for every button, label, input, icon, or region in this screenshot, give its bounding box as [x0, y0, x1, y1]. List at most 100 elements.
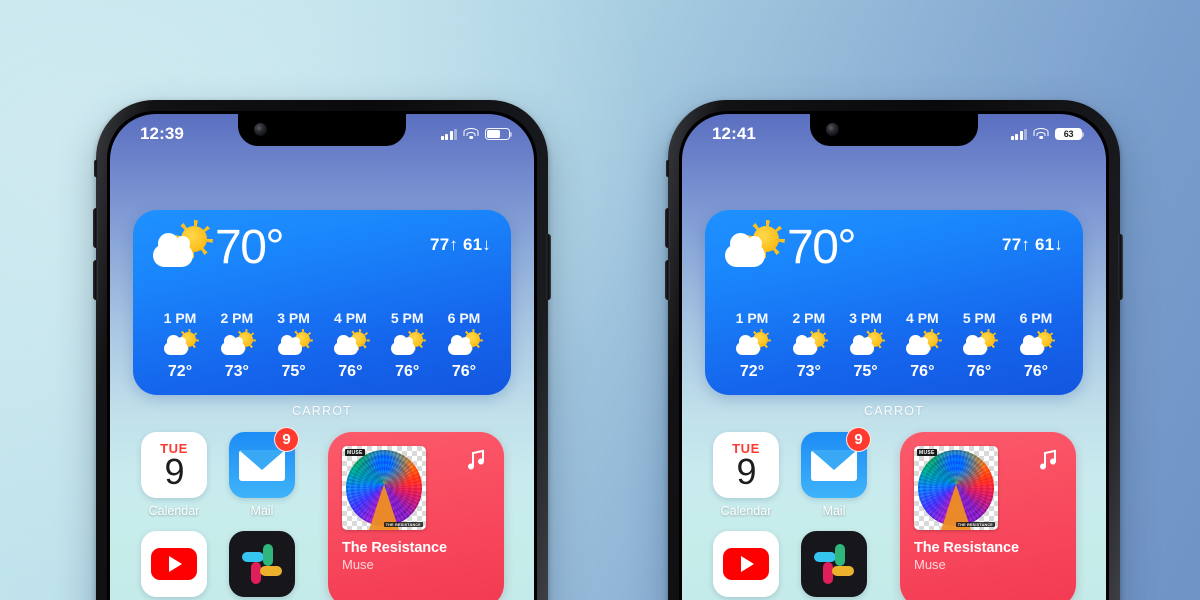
hour-label: 1 PM	[735, 310, 769, 326]
silent-switch-left[interactable]	[94, 160, 98, 177]
partly-cloudy-icon	[220, 332, 253, 357]
hourly-item: 1 PM 72°	[725, 310, 779, 381]
music-widget-left[interactable]: MUSE THE RESISTANCE The Resistance Muse	[328, 432, 504, 600]
silent-switch-right[interactable]	[666, 160, 670, 177]
app-slack[interactable]	[800, 531, 868, 597]
partly-cloudy-icon	[792, 332, 825, 357]
app-youtube[interactable]	[712, 531, 780, 597]
wifi-icon	[1033, 128, 1049, 140]
calendar-day-number: 9	[164, 450, 184, 492]
hour-temp: 76°	[395, 363, 420, 380]
phone-bezel-right: 12:41 63 70° 77↑ 61↓ 1 PM 72° 2 PM 73° 3…	[679, 111, 1109, 600]
partly-cloudy-icon	[334, 332, 367, 357]
youtube-icon[interactable]	[713, 531, 779, 597]
mail-badge: 9	[846, 427, 871, 452]
app-mail[interactable]: 9 Mail	[800, 427, 871, 518]
partly-cloudy-icon	[1019, 332, 1052, 357]
weather-high-low: 77↑ 61↓	[1002, 235, 1063, 254]
status-time-left: 12:39	[140, 124, 184, 143]
partly-cloudy-icon	[963, 332, 996, 357]
weather-hourly-forecast: 1 PM 72° 2 PM 73° 3 PM 75° 4 PM 76° 5 PM…	[153, 310, 491, 381]
cellular-signal-icon	[440, 128, 457, 140]
hour-label: 6 PM	[447, 310, 481, 326]
weather-widget-container-left: 70° 77↑ 61↓ 1 PM 72° 2 PM 73° 3 PM 75° 4…	[110, 210, 534, 418]
hour-temp: 75°	[281, 363, 306, 380]
hour-temp: 76°	[451, 363, 477, 380]
slack-icon[interactable]	[229, 531, 295, 597]
volume-down-button-right[interactable]	[665, 260, 670, 300]
hourly-item: 2 PM 73°	[210, 310, 264, 381]
music-title: The Resistance	[342, 540, 447, 556]
partly-cloudy-icon	[153, 226, 207, 270]
hour-label: 3 PM	[849, 310, 882, 326]
mail-badge: 9	[274, 427, 299, 452]
partly-cloudy-icon	[849, 332, 882, 357]
hour-temp: 73°	[796, 363, 821, 380]
battery-percent-text: 63	[1063, 129, 1074, 139]
partly-cloudy-icon	[736, 332, 768, 357]
weather-widget-left[interactable]: 70° 77↑ 61↓ 1 PM 72° 2 PM 73° 3 PM 75° 4…	[133, 210, 511, 395]
power-button-right[interactable]	[1118, 234, 1123, 300]
hour-label: 4 PM	[334, 310, 367, 326]
weather-current-temp: 70°	[787, 221, 857, 274]
hour-temp: 72°	[167, 363, 193, 380]
hour-label: 1 PM	[163, 310, 197, 326]
weather-current: 70°	[153, 223, 285, 272]
partly-cloudy-icon	[447, 332, 480, 357]
app-slack[interactable]	[228, 531, 296, 597]
volume-up-button-right[interactable]	[665, 208, 670, 248]
music-widget-right[interactable]: MUSE THE RESISTANCE The Resistance Muse	[900, 432, 1076, 600]
volume-up-button-left[interactable]	[93, 208, 98, 248]
cellular-signal-icon	[1010, 128, 1027, 140]
partly-cloudy-icon	[725, 226, 779, 270]
app-mail[interactable]: 9 Mail	[228, 427, 299, 518]
phone-device-left: 12:39 70° 77↑ 61↓ 1 PM 72° 2 PM 73° 3 PM…	[93, 100, 551, 600]
hour-temp: 76°	[1023, 363, 1049, 380]
weather-widget-right[interactable]: 70° 77↑ 61↓ 1 PM 72° 2 PM 73° 3 PM 75° 4…	[705, 210, 1083, 395]
album-artwork: MUSE THE RESISTANCE	[342, 446, 426, 530]
calendar-icon[interactable]: TUE 9	[141, 432, 207, 498]
hourly-item: 3 PM 75°	[839, 310, 893, 381]
music-note-icon	[1040, 449, 1056, 470]
partly-cloudy-icon	[906, 332, 939, 357]
play-icon	[741, 556, 754, 572]
envelope-icon	[239, 449, 285, 481]
volume-down-button-left[interactable]	[93, 260, 98, 300]
power-button-left[interactable]	[546, 234, 551, 300]
hour-temp: 73°	[224, 363, 249, 380]
app-youtube[interactable]	[140, 531, 208, 597]
slack-icon[interactable]	[801, 531, 867, 597]
notch-right	[810, 114, 978, 146]
app-label-mail: Mail	[822, 504, 846, 518]
hourly-item: 4 PM 76°	[895, 310, 949, 381]
status-time-right: 12:41	[712, 124, 756, 143]
hour-label: 4 PM	[906, 310, 939, 326]
music-title: The Resistance	[914, 540, 1019, 556]
album-artwork: MUSE THE RESISTANCE	[914, 446, 998, 530]
calendar-icon[interactable]: TUE 9	[713, 432, 779, 498]
hourly-item: 6 PM 76°	[437, 310, 491, 381]
hour-label: 2 PM	[220, 310, 254, 326]
app-calendar[interactable]: TUE 9 Calendar	[140, 432, 208, 518]
phone-screen-right: 12:41 63 70° 77↑ 61↓ 1 PM 72° 2 PM 73° 3…	[682, 114, 1106, 600]
weather-current: 70°	[725, 221, 857, 274]
weather-high-low: 77↑ 61↓	[430, 235, 491, 254]
album-label-top: MUSE	[917, 449, 937, 456]
status-indicators-left	[440, 127, 513, 141]
status-indicators-right: 63	[1010, 127, 1085, 141]
app-calendar[interactable]: TUE 9 Calendar	[712, 432, 780, 518]
hour-label: 6 PM	[1019, 310, 1053, 326]
hour-temp: 76°	[910, 363, 935, 380]
music-note-icon	[468, 449, 484, 470]
music-artist: Muse	[914, 557, 946, 572]
weather-widget-name: CARROT	[292, 404, 352, 418]
weather-current-row: 70° 77↑ 61↓	[153, 223, 491, 272]
youtube-icon[interactable]	[141, 531, 207, 597]
hourly-item: 5 PM 76°	[380, 310, 434, 381]
hour-label: 5 PM	[962, 310, 996, 326]
hour-temp: 75°	[853, 363, 878, 380]
phone-bezel-left: 12:39 70° 77↑ 61↓ 1 PM 72° 2 PM 73° 3 PM…	[107, 111, 537, 600]
hourly-item: 6 PM 76°	[1009, 310, 1063, 381]
hourly-item: 1 PM 72°	[153, 310, 207, 381]
album-label-bottom: THE RESISTANCE	[955, 522, 995, 527]
